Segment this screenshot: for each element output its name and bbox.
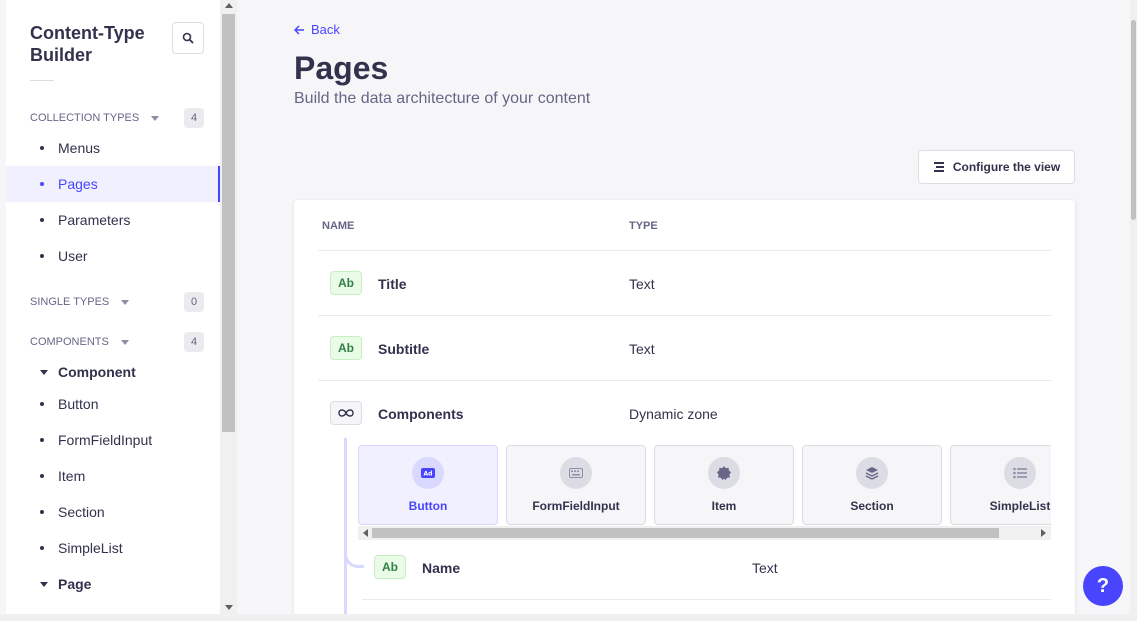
scrollbar-thumb[interactable]	[1131, 20, 1136, 220]
list-settings-icon	[933, 162, 944, 172]
field-name[interactable]: Name	[422, 560, 460, 576]
horizontal-scrollbar	[0, 614, 1137, 621]
scroll-up-icon[interactable]	[225, 3, 233, 8]
chevron-down-icon	[40, 369, 48, 375]
dz-component-formfieldinput[interactable]: FormFieldInput	[506, 445, 646, 525]
components-count: 4	[184, 332, 204, 352]
sidebar-title: Content-Type Builder	[30, 23, 145, 65]
fields-table: NAME TYPE Ab Title Text Ab Subtitle Text…	[294, 200, 1075, 621]
search-icon	[182, 32, 194, 44]
sidebar: Content-Type Builder COLLECTION TYPES 4 …	[6, 0, 220, 614]
sidebar-item-item[interactable]: Item	[6, 458, 220, 494]
sidebar-item-pages[interactable]: Pages	[6, 166, 220, 202]
text-field-icon: Ab	[374, 555, 406, 579]
field-type: Text	[629, 276, 655, 292]
scroll-left-icon[interactable]	[363, 529, 368, 537]
chevron-down-icon	[121, 299, 130, 305]
sidebar-item-formfieldinput[interactable]: FormFieldInput	[6, 422, 220, 458]
sidebar-item-simplelist[interactable]: SimpleList	[6, 530, 220, 566]
field-name[interactable]: Title	[378, 276, 407, 292]
dynamic-zone-components: Ad Button FormFieldInput Item Section Si…	[358, 445, 1051, 540]
sidebar-group-page[interactable]: Page	[40, 576, 91, 592]
layers-icon	[856, 457, 888, 489]
components-scrollbar[interactable]	[358, 526, 1051, 540]
page-scrollbar[interactable]	[1130, 0, 1137, 614]
sidebar-item-user[interactable]: User	[6, 238, 220, 274]
sidebar-group-component[interactable]: Component	[40, 364, 136, 380]
single-types-count: 0	[184, 292, 204, 312]
column-header-name: NAME	[322, 220, 355, 232]
page-subtitle: Build the data architecture of your cont…	[294, 90, 591, 107]
dz-component-simplelist[interactable]: SimpleList	[950, 445, 1051, 525]
back-link[interactable]: Back	[294, 22, 340, 37]
field-type: Dynamic zone	[629, 406, 718, 422]
field-type: Text	[629, 341, 655, 357]
chevron-down-icon	[40, 581, 48, 587]
sidebar-item-menus[interactable]: Menus	[6, 130, 220, 166]
collection-types-header[interactable]: COLLECTION TYPES	[30, 112, 160, 124]
svg-text:Ad: Ad	[424, 471, 433, 478]
field-name[interactable]: Subtitle	[378, 341, 429, 357]
configure-view-button[interactable]: Configure the view	[918, 150, 1075, 184]
dynamic-zone-icon	[330, 401, 362, 425]
search-button[interactable]	[172, 22, 204, 54]
single-types-header[interactable]: SINGLE TYPES	[30, 296, 130, 308]
list-icon	[1004, 457, 1036, 489]
keyboard-icon	[560, 457, 592, 489]
dz-component-button[interactable]: Ad Button	[358, 445, 498, 525]
text-field-icon: Ab	[330, 336, 362, 360]
column-header-type: TYPE	[629, 220, 658, 232]
sidebar-item-parameters[interactable]: Parameters	[6, 202, 220, 238]
sidebar-item-button[interactable]: Button	[6, 386, 220, 422]
sidebar-scrollbar[interactable]	[220, 0, 237, 614]
dz-component-section[interactable]: Section	[802, 445, 942, 525]
arrow-left-icon	[294, 24, 304, 35]
field-type: Text	[752, 560, 778, 576]
chevron-down-icon	[120, 339, 129, 345]
sidebar-item-section[interactable]: Section	[6, 494, 220, 530]
collection-types-count: 4	[184, 108, 204, 128]
field-name[interactable]: Components	[378, 406, 464, 422]
text-field-icon: Ab	[330, 271, 362, 295]
scrollbar-thumb[interactable]	[372, 528, 999, 538]
sidebar-divider	[30, 80, 54, 81]
scrollbar-thumb[interactable]	[222, 14, 235, 432]
badge-icon	[708, 457, 740, 489]
page-title: Pages	[294, 50, 389, 86]
scroll-right-icon[interactable]	[1041, 529, 1046, 537]
chevron-down-icon	[151, 115, 160, 121]
scroll-down-icon[interactable]	[225, 605, 233, 610]
help-button[interactable]: ?	[1083, 566, 1123, 606]
dz-component-item[interactable]: Item	[654, 445, 794, 525]
components-header[interactable]: COMPONENTS	[30, 336, 129, 348]
ad-icon: Ad	[412, 457, 444, 489]
